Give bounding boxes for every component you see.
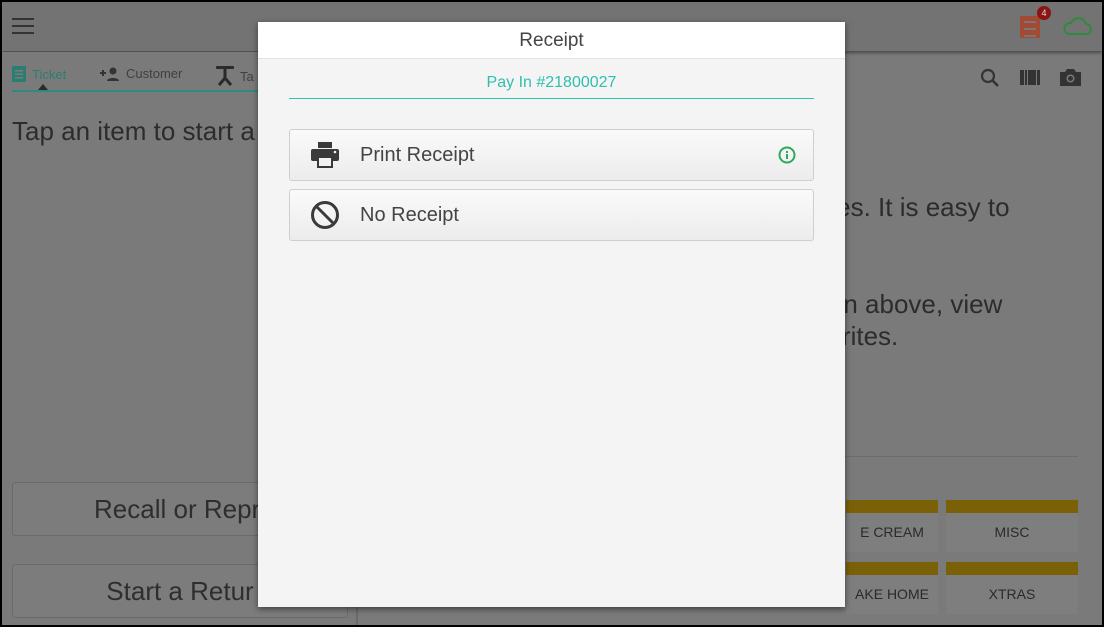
ticket-icon (12, 66, 26, 82)
add-person-icon (100, 67, 119, 81)
hamburger-icon[interactable] (12, 18, 34, 34)
cloud-sync-icon[interactable] (1062, 16, 1092, 36)
pos-app: 4 Ticket Customer Ta Tap an item to star… (2, 2, 1102, 625)
tab-ticket[interactable]: Ticket (12, 66, 66, 82)
no-receipt-button[interactable]: No Receipt (289, 189, 814, 241)
table-icon (216, 66, 234, 86)
ticket-alert-icon[interactable] (1020, 16, 1040, 38)
category-take-home[interactable]: AKE HOME (846, 562, 938, 614)
active-tab-indicator (38, 84, 48, 90)
pay-in-number: Pay In #21800027 (289, 72, 814, 99)
search-icon[interactable] (980, 68, 1000, 88)
dialog-title: Receipt (258, 22, 845, 59)
option-label: Print Receipt (360, 143, 475, 166)
barcode-icon[interactable] (1020, 70, 1040, 85)
category-misc[interactable]: MISC (946, 500, 1078, 552)
block-icon (311, 201, 339, 229)
empty-ticket-hint: Tap an item to start a (12, 116, 255, 146)
tab-customer[interactable]: Customer (100, 66, 182, 81)
printer-icon (311, 142, 339, 168)
print-receipt-button[interactable]: Print Receipt (289, 129, 814, 181)
category-ice-cream[interactable]: E CREAM (846, 500, 938, 552)
tab-table[interactable]: Ta (216, 66, 254, 86)
receipt-dialog: Receipt Pay In #21800027 Print Receipt N… (258, 22, 845, 607)
tab-label: Customer (126, 66, 183, 81)
divider (840, 456, 1078, 457)
tab-label: Ta (240, 68, 254, 84)
category-xtras[interactable]: XTRAS (946, 562, 1078, 614)
option-label: No Receipt (360, 203, 459, 226)
camera-icon[interactable] (1060, 68, 1081, 86)
info-icon[interactable] (778, 146, 796, 164)
tab-label: Ticket (32, 66, 67, 82)
ticket-count-badge: 4 (1037, 6, 1051, 20)
